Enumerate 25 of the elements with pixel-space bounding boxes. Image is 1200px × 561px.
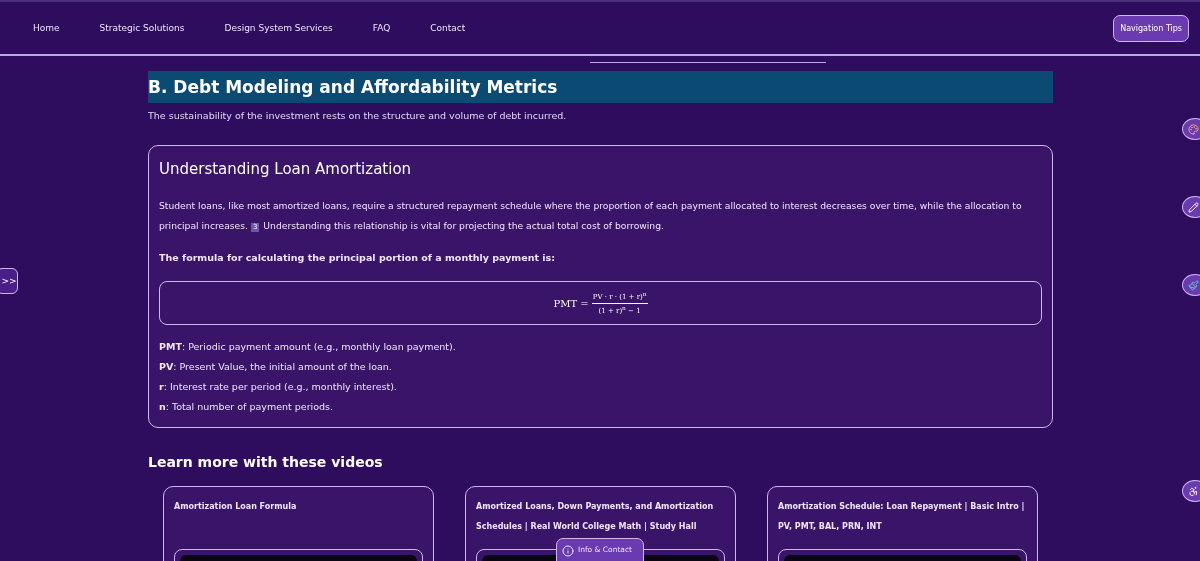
definition: PV: Present Value, the initial amount of the loan.	[159, 360, 393, 374]
pencil-icon	[1188, 201, 1199, 213]
nav-link[interactable]: Home	[33, 23, 60, 33]
accessibility-icon	[1188, 485, 1199, 497]
video-title: Amortized Loans, Down Payments, and Amortization Schedules | Real World College Math | Study Hall	[476, 501, 715, 533]
info-icon	[562, 545, 574, 557]
video-title: Amortization Schedule: Loan Repayment | Basic Intro | PV, PMT, BAL, PRN, INT	[778, 501, 1026, 533]
card-title: Understanding Loan Amortization	[159, 160, 413, 178]
definition: r: Interest rate per period (e.g., monthly interest).	[159, 380, 398, 394]
formula-intro: The formula for calculating the principal portion of a monthly payment is:	[159, 252, 556, 263]
section-subtitle: The sustainability of the investment rests on the structure and volume of debt incurred.	[148, 110, 568, 121]
nav-link[interactable]: Strategic Solutions	[99, 23, 185, 33]
nav-link[interactable]: Contact	[430, 23, 466, 33]
palette-icon	[1188, 123, 1199, 135]
definition: PMT: Periodic payment amount (e.g., monthly loan payment).	[159, 340, 457, 354]
nav-link[interactable]: FAQ	[372, 23, 391, 33]
formula-lhs: PMT =	[553, 297, 589, 309]
videos-heading: Learn more with these videos	[148, 454, 384, 470]
section-heading: B. Debt Modeling and Affordability Metrics	[148, 71, 1053, 103]
definition: n: Total number of payment periods.	[159, 400, 335, 414]
nav-link[interactable]: Design System Services	[224, 23, 333, 33]
navigation-tips-button[interactable]: Navigation Tips	[1113, 14, 1189, 42]
sidebar-toggle[interactable]: >>	[0, 268, 18, 294]
video-title: Amortization Loan Formula	[174, 501, 298, 513]
brush-icon	[1188, 279, 1199, 291]
